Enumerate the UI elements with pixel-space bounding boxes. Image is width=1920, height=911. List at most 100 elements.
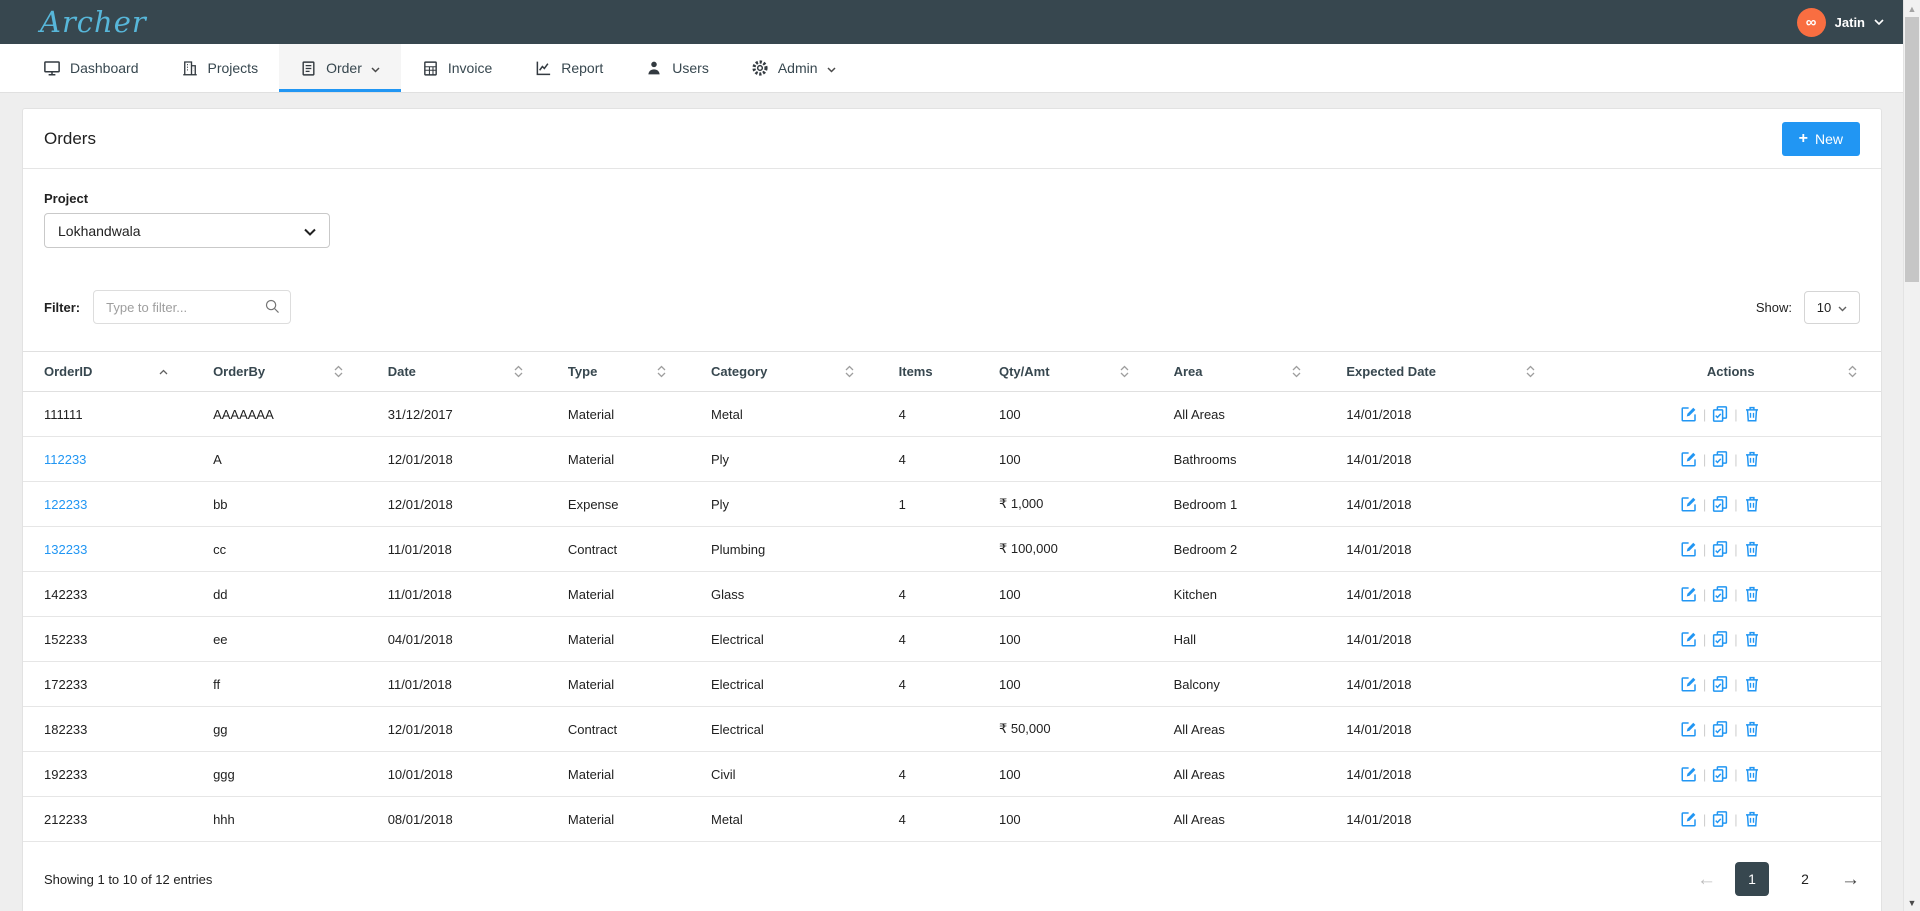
tab-projects[interactable]: Projects [160, 44, 280, 92]
cell-actions: || [1559, 392, 1881, 437]
order-icon [300, 60, 317, 77]
order-id-link[interactable]: 122233 [44, 497, 87, 512]
page-size-select[interactable]: 10 [1804, 291, 1860, 324]
page-number-1[interactable]: 1 [1735, 862, 1769, 896]
project-select[interactable]: Lokhandwala [44, 213, 330, 248]
tab-report[interactable]: Report [513, 44, 624, 92]
scrollbar-up-arrow[interactable]: ▲ [1904, 0, 1920, 17]
copy-check-icon[interactable] [1711, 585, 1729, 603]
edit-icon[interactable] [1680, 810, 1698, 828]
cell-expected-date: 14/01/2018 [1325, 527, 1559, 572]
action-separator: | [1703, 542, 1706, 557]
column-header-expected-date[interactable]: Expected Date [1325, 352, 1559, 392]
column-header-orderby[interactable]: OrderBy [192, 352, 367, 392]
column-header-date[interactable]: Date [367, 352, 547, 392]
copy-check-icon[interactable] [1711, 405, 1729, 423]
cell-area: Kitchen [1153, 572, 1326, 617]
edit-icon[interactable] [1680, 450, 1698, 468]
column-header-qty-amt[interactable]: Qty/Amt [978, 352, 1153, 392]
copy-check-icon[interactable] [1711, 450, 1729, 468]
cell-qty-amt: 100 [978, 437, 1153, 482]
column-label: Actions [1707, 364, 1755, 379]
scrollbar-thumb[interactable] [1905, 17, 1919, 282]
tab-label: Dashboard [70, 60, 139, 76]
action-separator: | [1734, 542, 1737, 557]
tab-label: Projects [208, 60, 259, 76]
user-menu[interactable]: ∞ Jatin [1797, 8, 1884, 37]
cell-category: Plumbing [690, 527, 878, 572]
copy-check-icon[interactable] [1711, 495, 1729, 513]
edit-icon[interactable] [1680, 495, 1698, 513]
tab-invoice[interactable]: Invoice [401, 44, 513, 92]
cell-expected-date: 14/01/2018 [1325, 437, 1559, 482]
cell-date: 11/01/2018 [367, 527, 547, 572]
column-header-type[interactable]: Type [547, 352, 690, 392]
trash-icon[interactable] [1743, 405, 1761, 423]
cell-qty-amt: ₹ 50,000 [978, 707, 1153, 752]
trash-icon[interactable] [1743, 720, 1761, 738]
tab-users[interactable]: Users [624, 44, 730, 92]
table-row: 152233ee04/01/2018MaterialElectrical4100… [23, 617, 1881, 662]
cell-type: Material [547, 662, 690, 707]
edit-icon[interactable] [1680, 720, 1698, 738]
dashboard-icon [43, 59, 61, 77]
cell-order-by: cc [192, 527, 367, 572]
action-separator: | [1734, 407, 1737, 422]
edit-icon[interactable] [1680, 765, 1698, 783]
order-id-link[interactable]: 112233 [44, 452, 86, 467]
chevron-down-icon [827, 60, 836, 76]
edit-icon[interactable] [1680, 540, 1698, 558]
cell-order-by: gg [192, 707, 367, 752]
order-id-link[interactable]: 132233 [44, 542, 87, 557]
page-number-2[interactable]: 2 [1788, 862, 1822, 896]
next-page-arrow[interactable]: → [1841, 870, 1860, 889]
edit-icon[interactable] [1680, 675, 1698, 693]
table-row: 112233A12/01/2018MaterialPly4100Bathroom… [23, 437, 1881, 482]
chevron-down-icon [304, 223, 316, 239]
main-nav: Dashboard Projects OrderInvoiceReportUsers… [0, 44, 1920, 93]
edit-icon[interactable] [1680, 405, 1698, 423]
filter-input[interactable] [93, 290, 291, 324]
cell-qty-amt: ₹ 1,000 [978, 482, 1153, 527]
copy-check-icon[interactable] [1711, 810, 1729, 828]
edit-icon[interactable] [1680, 630, 1698, 648]
edit-icon[interactable] [1680, 585, 1698, 603]
new-order-button[interactable]: + New [1782, 122, 1860, 156]
tab-dashboard[interactable]: Dashboard [22, 44, 160, 92]
trash-icon[interactable] [1743, 675, 1761, 693]
prev-page-arrow[interactable]: ← [1697, 870, 1716, 889]
trash-icon[interactable] [1743, 630, 1761, 648]
report-icon [534, 59, 552, 77]
trash-icon[interactable] [1743, 765, 1761, 783]
column-header-items[interactable]: Items [878, 352, 978, 392]
column-header-orderid[interactable]: OrderID [23, 352, 192, 392]
copy-check-icon[interactable] [1711, 675, 1729, 693]
cell-actions: || [1559, 797, 1881, 842]
sort-asc-icon [159, 369, 168, 375]
copy-check-icon[interactable] [1711, 720, 1729, 738]
sort-icon [1848, 365, 1857, 378]
order-id-text: 172233 [44, 677, 87, 692]
copy-check-icon[interactable] [1711, 630, 1729, 648]
tab-admin[interactable]: Admin [730, 44, 857, 92]
trash-icon[interactable] [1743, 540, 1761, 558]
trash-icon[interactable] [1743, 585, 1761, 603]
trash-icon[interactable] [1743, 495, 1761, 513]
copy-check-icon[interactable] [1711, 540, 1729, 558]
column-header-actions[interactable]: Actions [1559, 352, 1881, 392]
trash-icon[interactable] [1743, 810, 1761, 828]
cell-items: 4 [878, 662, 978, 707]
brand-logo[interactable]: Archer [40, 0, 147, 44]
column-header-category[interactable]: Category [690, 352, 878, 392]
page-scrollbar[interactable]: ▲ ▼ [1903, 0, 1920, 911]
action-separator: | [1703, 722, 1706, 737]
column-header-area[interactable]: Area [1153, 352, 1326, 392]
scrollbar-down-arrow[interactable]: ▼ [1904, 894, 1920, 911]
cell-category: Ply [690, 437, 878, 482]
cell-items: 4 [878, 437, 978, 482]
cell-category: Electrical [690, 662, 878, 707]
trash-icon[interactable] [1743, 450, 1761, 468]
order-id-text: 152233 [44, 632, 87, 647]
tab-order[interactable]: Order [279, 44, 401, 92]
copy-check-icon[interactable] [1711, 765, 1729, 783]
